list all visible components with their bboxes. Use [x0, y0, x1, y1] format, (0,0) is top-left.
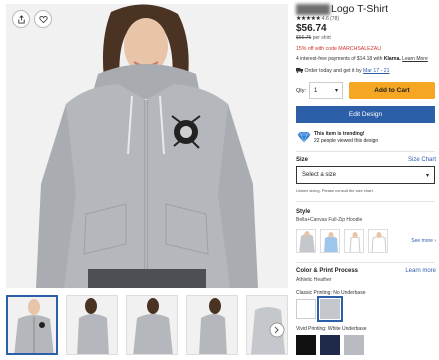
delivery-estimate: Order today and get it by Mar 17 - 21: [296, 68, 390, 74]
quantity-select[interactable]: 1 ▾: [309, 82, 343, 99]
heart-icon: [38, 15, 48, 23]
color-swatch-navy[interactable]: [320, 335, 340, 355]
see-more-styles-link[interactable]: See more ›: [411, 238, 436, 244]
vivid-printing-label: Vivid Printing: White Underbase: [296, 326, 367, 332]
rating-text: 4.6 (78): [321, 16, 340, 22]
caret-down-icon: ▾: [425, 172, 429, 179]
blurred-brand-name: [296, 3, 330, 15]
size-select[interactable]: Select a size ▾: [296, 166, 435, 184]
size-label: Size: [296, 157, 309, 163]
style-option-tee-white[interactable]: [368, 229, 388, 253]
price: $56.74: [296, 23, 327, 34]
klarna-learn-more-link[interactable]: Learn More: [402, 56, 428, 62]
size-note: Unisex sizing. Please consult the size c…: [296, 188, 374, 193]
caret-down-icon: ▾: [334, 88, 338, 94]
learn-more-link[interactable]: Learn more: [405, 268, 436, 274]
color-swatch-white[interactable]: [296, 299, 316, 319]
diamond-icon: [297, 131, 311, 143]
thumbnail-back[interactable]: [126, 295, 178, 355]
share-icon: [17, 14, 25, 24]
color-swatch-black[interactable]: [296, 335, 316, 355]
thumbnail-profile[interactable]: [186, 295, 238, 355]
style-option-tank[interactable]: [344, 229, 364, 253]
delivery-date-link[interactable]: Mar 17 - 21: [363, 68, 390, 74]
add-to-cart-button[interactable]: Add to Cart: [349, 82, 435, 99]
rating-stars: ★★★★★: [296, 16, 321, 22]
thumbnail-flat[interactable]: [246, 295, 288, 355]
hoodie-model-photo: [6, 4, 288, 288]
trending-title: This item is trending!: [314, 131, 365, 137]
main-product-image: [6, 4, 288, 288]
product-title: Logo T-Shirt: [296, 3, 388, 15]
thumbnail-front[interactable]: [6, 295, 58, 355]
divider: [296, 201, 435, 202]
style-label: Style: [296, 209, 311, 215]
edit-design-button[interactable]: Edit Design: [296, 106, 435, 123]
divider: [296, 262, 435, 263]
qty-label: Qty:: [296, 88, 307, 94]
color-print-label: Color & Print Process: [296, 268, 359, 274]
style-option-hoodie[interactable]: [296, 229, 316, 253]
rating-row[interactable]: ★★★★★ 4.6 (78): [296, 15, 339, 22]
truck-icon: [296, 68, 303, 74]
divider: [296, 151, 435, 152]
style-option-tee-blue[interactable]: [320, 229, 340, 253]
trending-views: 22 people viewed this design: [314, 138, 379, 144]
klarna-installments: 4 interest-free payments of $14.18 with …: [296, 56, 428, 62]
thumbnail-side[interactable]: [66, 295, 118, 355]
share-button[interactable]: [12, 10, 30, 28]
classic-printing-label: Classic Printing: No Underbase: [296, 290, 366, 296]
size-chart-link[interactable]: Size Chart: [408, 157, 436, 163]
thumbnail-strip: [6, 295, 288, 355]
favorite-button[interactable]: [34, 10, 52, 28]
promo-code-text: 15% off with code MARCHSALEZAU: [296, 46, 381, 52]
style-value: Bella+Canvas Full-Zip Hoodie: [296, 217, 363, 223]
original-price: $66.75 per shirt: [296, 35, 331, 41]
selected-color-name: Athletic Heather: [296, 277, 332, 283]
color-swatch-heather-vivid[interactable]: [344, 335, 364, 355]
color-swatch-athletic-heather[interactable]: [317, 296, 343, 322]
